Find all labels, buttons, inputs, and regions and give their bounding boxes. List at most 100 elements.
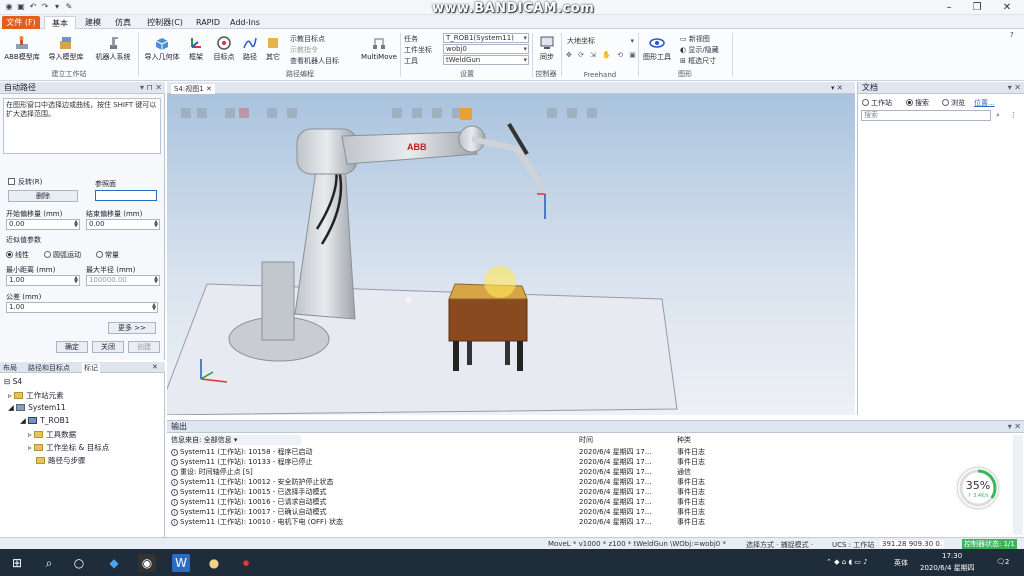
radio-browse[interactable]: 浏览 — [942, 98, 965, 108]
target-button[interactable]: 目标点 — [210, 35, 238, 62]
windows-start-icon[interactable]: ⊞ — [8, 554, 26, 572]
minimize-button[interactable]: – — [934, 0, 964, 15]
tab-file[interactable]: 文件 (F) — [2, 16, 40, 29]
spinner-icon[interactable]: ▲ ▼ — [154, 220, 158, 229]
pin-icon[interactable]: ▾ ✕ — [1008, 421, 1021, 433]
output-scrollbar[interactable] — [1013, 435, 1023, 535]
teach-instruction-button[interactable]: 示教指令 — [290, 45, 318, 55]
create-button[interactable]: 创建 — [128, 341, 160, 353]
documents-search-input[interactable]: 搜索 — [861, 110, 991, 121]
restore-button[interactable]: ❐ — [962, 0, 992, 15]
output-row[interactable]: i System11 (工作站): 10016 - 已请求自动模式 — [171, 497, 327, 507]
import-geometry-button[interactable]: 导入几何体 — [141, 35, 183, 62]
frame-size-button[interactable]: ⊞ 框选尺寸 — [680, 56, 716, 66]
robotstudio-task-icon[interactable]: ● — [205, 554, 223, 572]
output-col-time[interactable]: 时间 — [579, 435, 593, 445]
path-button[interactable]: 路径 — [238, 35, 262, 62]
tray-icons[interactable]: ⌃ ◆ ⌂ ◖ ▭ ♪ — [826, 558, 868, 566]
viewport-tab[interactable]: S4:视图1 ✕ — [171, 84, 215, 94]
word-icon[interactable]: W — [172, 554, 190, 572]
pin-icon[interactable]: ▾ ✕ — [1008, 82, 1021, 94]
teach-target-button[interactable]: 示教目标点 — [290, 34, 325, 44]
tree-paths[interactable]: 路径与步骤 — [36, 455, 86, 466]
tree-workobjects[interactable]: ▹ 工作坐标 & 目标点 — [28, 442, 109, 453]
record-icon[interactable]: ⏺ — [237, 554, 255, 572]
viewport-menu-icon[interactable]: ▾ ✕ — [831, 84, 843, 92]
app-icon-2[interactable]: ◉ — [138, 554, 156, 572]
ref-surface-input[interactable] — [95, 190, 157, 201]
clock-time[interactable]: 17:30 — [942, 552, 962, 560]
tree-task[interactable]: ◢ T_ROB1 — [20, 416, 70, 425]
output-row[interactable]: i 重设: 时间轴停止点 [S] — [171, 467, 253, 477]
active-snap-icon[interactable] — [460, 108, 472, 120]
delete-button[interactable]: 删除 — [8, 190, 78, 202]
tree-system[interactable]: ◢ System11 — [8, 403, 66, 412]
apply-button[interactable]: 确定 — [56, 341, 88, 353]
robot-system-button[interactable]: 机器人系统 — [92, 35, 134, 62]
viewport-3d[interactable]: S4:视图1 ✕ ▾ ✕ ABB + — [167, 82, 855, 415]
tab-controller[interactable]: 控制器(C) — [142, 16, 188, 29]
controller-status[interactable]: 控制器状态: 1/1 — [962, 539, 1017, 549]
save-icon[interactable]: ▣ — [16, 2, 26, 12]
output-row[interactable]: i System11 (工作站): 10017 - 已确认自动模式 — [171, 507, 327, 517]
new-view-button[interactable]: ▭ 新视图 — [680, 34, 710, 44]
spinner-icon[interactable]: ▲ ▼ — [152, 303, 156, 312]
freehand-tools[interactable]: ✥ ⟳ ⇲ ✋ ⟲ ▣ — [566, 51, 638, 59]
multimove-button[interactable]: MultiMove — [360, 35, 398, 62]
close-button[interactable]: ✕ — [992, 0, 1022, 15]
radio-constant[interactable]: 常量 — [96, 250, 119, 260]
graphics-tools-button[interactable]: 图形工具 — [641, 35, 673, 62]
end-offset-input[interactable]: 0.00 ▲ ▼ — [86, 219, 160, 230]
frame-button[interactable]: 框架 — [184, 35, 208, 62]
more-button[interactable]: 更多 >> — [108, 322, 156, 334]
close-icon[interactable]: ✕ — [152, 363, 158, 371]
workobject-select[interactable]: wobj0 — [443, 44, 529, 54]
view-robot-target-button[interactable]: 查看机器人目标 — [290, 56, 339, 66]
pin-icon[interactable]: ▾ ⊓ ✕ — [140, 82, 162, 94]
tab-basic[interactable]: 基本 — [44, 16, 76, 29]
import-library-button[interactable]: 导入模型库 — [46, 35, 86, 62]
tool-select[interactable]: tWeldGun — [443, 55, 529, 65]
task-select[interactable]: T_ROB1(System11) — [443, 33, 529, 43]
notification-icon[interactable]: 🗨2 — [996, 558, 1009, 566]
undo-icon[interactable]: ↶ — [28, 2, 38, 12]
tab-rapid[interactable]: RAPID — [194, 16, 222, 29]
radio-station[interactable]: 工作站 — [862, 98, 892, 108]
tab-simulation[interactable]: 仿真 — [110, 16, 136, 29]
reverse-checkbox[interactable]: 反转(R) — [8, 177, 42, 187]
search-icon[interactable]: ⌕ — [996, 111, 1000, 120]
spinner-icon[interactable]: ▲ ▼ — [154, 276, 158, 285]
instruction-template[interactable]: MoveL * v1000 * z100 * tWeldGun \WObj:=w… — [548, 540, 726, 548]
radio-linear[interactable]: 线性 — [6, 250, 29, 260]
redo-icon[interactable]: ↷ — [40, 2, 50, 12]
help-icon[interactable]: ? — [1010, 31, 1014, 39]
cortana-icon[interactable]: ○ — [70, 554, 88, 572]
dropdown-icon[interactable]: ▾ — [52, 2, 62, 12]
ime-indicator[interactable]: 英体 — [894, 558, 908, 568]
output-row[interactable]: i System11 (工作站): 10158 - 程序已启动 — [171, 447, 313, 457]
tab-layout[interactable]: 布局 — [3, 363, 17, 373]
abb-library-button[interactable]: ABB模型库 — [4, 35, 40, 62]
tree-tooldata[interactable]: ▹ 工具数据 — [28, 429, 76, 440]
tab-paths-targets[interactable]: 路径和目标点 — [28, 363, 70, 373]
start-offset-input[interactable]: 0.00 ▲ ▼ — [6, 219, 80, 230]
scene-canvas[interactable]: ABB + — [167, 94, 855, 415]
options-icon[interactable]: ⋮ — [1010, 111, 1017, 119]
tab-tags[interactable]: 标记 — [82, 363, 100, 373]
radio-circular[interactable]: 圆弧运动 — [44, 250, 81, 260]
location-link[interactable]: 位置... — [974, 98, 995, 108]
output-row[interactable]: i System11 (工作站): 10133 - 程序已停止 — [171, 457, 313, 467]
sync-button[interactable]: 同步 — [536, 35, 558, 62]
radio-search[interactable]: 搜索 — [906, 98, 929, 108]
tree-station[interactable]: ⊟ S4 — [4, 377, 22, 386]
output-row[interactable]: i System11 (工作站): 10012 - 安全防护停止状态 — [171, 477, 334, 487]
output-row[interactable]: i System11 (工作站): 10010 - 电机下电 (OFF) 状态 — [171, 517, 343, 527]
selection-hint-box[interactable]: 在图形窗口中选择边或曲线，按住 SHIFT 键可以扩大选择范围。 — [3, 98, 161, 154]
tree-station-elements[interactable]: ▹ 工作站元素 — [8, 390, 64, 401]
tab-addins[interactable]: Add-Ins — [228, 16, 262, 29]
close-panel-button[interactable]: 关闭 — [92, 341, 124, 353]
app-icon-1[interactable]: ◆ — [105, 554, 123, 572]
tab-modeling[interactable]: 建模 — [80, 16, 106, 29]
clock-date[interactable]: 2020/6/4 星期四 — [920, 563, 975, 573]
show-hide-button[interactable]: ◐ 显示/隐藏 — [680, 45, 719, 55]
